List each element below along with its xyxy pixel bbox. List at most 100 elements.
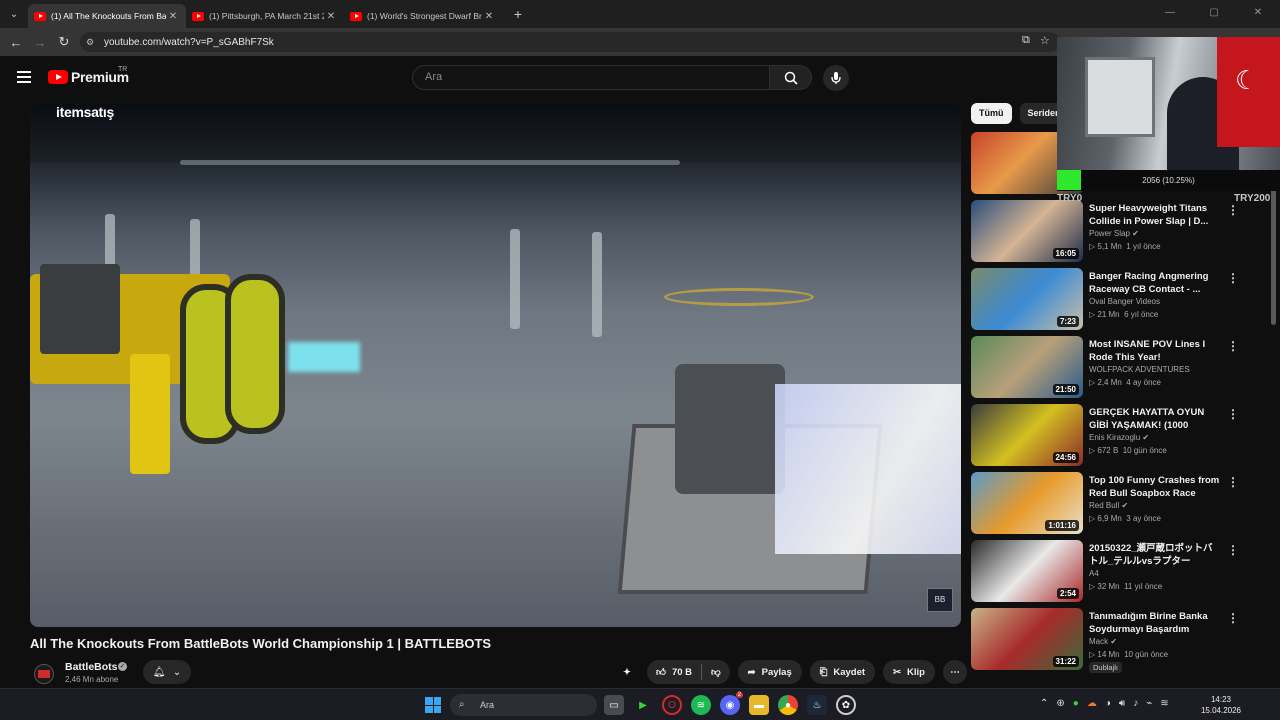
cloud-icon[interactable]: ☁: [1087, 698, 1097, 709]
more-vert-icon[interactable]: ⋮: [1227, 271, 1239, 285]
browser-tab-3[interactable]: (1) World's Strongest Dwarf Bru ✕: [344, 4, 502, 28]
video-thumbnail[interactable]: 21:50: [971, 336, 1083, 398]
floor-marking: [664, 288, 814, 306]
chrome-icon[interactable]: ●: [778, 695, 798, 715]
new-tab-button[interactable]: +: [506, 6, 530, 22]
reload-button[interactable]: ↻: [52, 34, 76, 50]
video-meta: ▷ 5,1 Mn 1 yıl önce: [1089, 242, 1161, 251]
discord-icon[interactable]: ◉ 2: [720, 692, 743, 715]
network-icon[interactable]: ⌁: [1146, 698, 1152, 709]
more-vert-icon[interactable]: ⋮: [1227, 407, 1239, 421]
microphone-icon[interactable]: ♪: [1133, 698, 1138, 709]
maximize-button[interactable]: ▢: [1192, 0, 1236, 28]
recommendation-item[interactable]: 21:50 Most INSANE POV Lines I Rode This …: [971, 336, 1271, 400]
file-explorer-icon[interactable]: ▬: [749, 695, 769, 715]
video-title[interactable]: Banger Racing Angmering Raceway CB Conta…: [1089, 270, 1221, 296]
media-player-icon[interactable]: ▶: [633, 695, 653, 715]
recommendation-item[interactable]: 24:56 GERÇEK HAYATTA OYUN GİBİ YAŞAMAK! …: [971, 404, 1271, 468]
video-thumbnail[interactable]: 1:01:16: [971, 472, 1083, 534]
taskbar: ⌕ Ara ▭ ▶ O ≋ ◉ 2 ▬ ● ♨ ✿ ⌃ ⊕ ● ☁ ◑ 🔊︎ ♪ …: [0, 688, 1280, 720]
task-view-icon[interactable]: ▭: [604, 695, 624, 715]
filter-chips: Tümü Seriden: [971, 103, 1069, 124]
close-icon[interactable]: ✕: [482, 11, 496, 22]
search-input[interactable]: Ara: [412, 65, 770, 90]
recommendation-item[interactable]: 2:54 20150322_瀬戸蔵ロボットバトル_テルルvsラプター A4 ▷ …: [971, 540, 1271, 604]
like-count: 70 B: [671, 666, 693, 678]
forward-button[interactable]: →: [28, 35, 52, 50]
subscription-bell-button[interactable]: 🔔︎ ⌄: [143, 660, 191, 684]
video-title[interactable]: Top 100 Funny Crashes from Red Bull Soap…: [1089, 474, 1221, 500]
channel-avatar[interactable]: [34, 664, 54, 684]
taskbar-search[interactable]: ⌕ Ara: [450, 694, 597, 716]
recommendation-item[interactable]: 31:22 Tanımadığım Birine Banka Soydurmay…: [971, 608, 1271, 680]
scissors-icon: ✂: [893, 666, 902, 678]
spotify-icon[interactable]: ≋: [691, 695, 711, 715]
tab-search-button[interactable]: ⌄: [0, 0, 28, 28]
chevron-up-icon[interactable]: ⌃: [1040, 698, 1048, 709]
tray-app-icon[interactable]: ◑: [1105, 698, 1111, 709]
close-icon[interactable]: ✕: [324, 11, 338, 22]
more-vert-icon[interactable]: ⋮: [1227, 203, 1239, 217]
browser-tab-1[interactable]: (1) All The Knockouts From BattleBots ✕: [28, 4, 186, 28]
more-vert-icon[interactable]: ⋮: [1227, 543, 1239, 557]
share-button[interactable]: ➦ Paylaş: [737, 660, 802, 684]
video-title[interactable]: 20150322_瀬戸蔵ロボットバトル_テルルvsラプター: [1089, 542, 1221, 568]
address-bar[interactable]: ⚙ youtube.com/watch?v=P_sGABhF7Sk: [80, 32, 1060, 52]
arena-post: [592, 232, 602, 337]
more-actions-button[interactable]: ⋯: [942, 660, 967, 684]
menu-icon[interactable]: [17, 71, 31, 83]
logo-region: TR: [118, 66, 128, 73]
tray-status-icon[interactable]: ●: [1073, 698, 1079, 709]
close-icon[interactable]: ✕: [166, 11, 180, 22]
youtube-favicon-icon: [350, 11, 362, 21]
video-title[interactable]: Tanımadığım Birine Banka Soydurmayı Başa…: [1089, 610, 1221, 636]
video-title[interactable]: GERÇEK HAYATTA OYUN GİBİ YAŞAMAK! (1000 …: [1089, 406, 1221, 433]
opera-icon[interactable]: O: [662, 695, 682, 715]
video-thumbnail[interactable]: 16:05: [971, 200, 1083, 262]
more-vert-icon[interactable]: ⋮: [1227, 339, 1239, 353]
recommendation-item[interactable]: 16:05 Super Heavyweight Titans Collide i…: [971, 200, 1271, 264]
channel-watermark[interactable]: BB: [927, 588, 953, 612]
windows-start-button[interactable]: [425, 697, 441, 713]
channel-name[interactable]: BattleBots: [65, 661, 118, 673]
more-vert-icon[interactable]: ⋮: [1227, 475, 1239, 489]
more-vert-icon[interactable]: ⋮: [1227, 611, 1239, 625]
video-title[interactable]: Super Heavyweight Titans Collide in Powe…: [1089, 202, 1221, 228]
video-thumbnail[interactable]: 24:56: [971, 404, 1083, 466]
browser-tab-2[interactable]: (1) Pittsburgh, PA March 21st 2025 ✕: [186, 4, 344, 28]
tray-app-icon[interactable]: ⊕: [1056, 698, 1064, 709]
taskbar-clock[interactable]: 14:23 15.04.2026: [1199, 694, 1243, 716]
search-button[interactable]: [770, 65, 812, 90]
ask-ai-button[interactable]: ✦: [615, 660, 639, 684]
taskbar-search-placeholder: Ara: [480, 700, 495, 710]
video-thumbnail[interactable]: 7:23: [971, 268, 1083, 330]
close-window-button[interactable]: ✕: [1236, 0, 1280, 28]
voice-search-button[interactable]: [823, 65, 849, 91]
recommendation-item[interactable]: 7:23 Banger Racing Angmering Raceway CB …: [971, 268, 1271, 332]
like-button[interactable]: 👍︎ 70 B: [647, 666, 701, 679]
youtube-logo[interactable]: Premium TR: [48, 66, 129, 85]
like-dislike-group: 👍︎ 70 B 👎︎: [647, 660, 730, 684]
site-info-icon[interactable]: ⚙: [86, 37, 94, 48]
video-thumbnail[interactable]: 31:22: [971, 608, 1083, 670]
window-controls: — ▢ ✕: [1148, 0, 1280, 28]
app-icon[interactable]: ✿: [836, 695, 856, 715]
dislike-button[interactable]: 👎︎: [702, 666, 730, 678]
more-icon: ⋯: [950, 666, 960, 678]
clip-button[interactable]: ✂ Klip: [883, 660, 935, 684]
video-player[interactable]: itemsatış BB: [30, 104, 961, 627]
wifi-icon[interactable]: ≋: [1160, 698, 1168, 709]
goal-start-label: TRY0: [1057, 193, 1083, 204]
volume-icon[interactable]: 🔊︎: [1119, 698, 1125, 709]
steam-icon[interactable]: ♨: [807, 695, 827, 715]
minimize-button[interactable]: —: [1148, 0, 1192, 28]
install-app-icon[interactable]: ⧉: [1022, 34, 1030, 47]
grey-robot: [617, 364, 961, 627]
chip-all[interactable]: Tümü: [971, 103, 1012, 124]
video-title[interactable]: Most INSANE POV Lines I Rode This Year!: [1089, 338, 1221, 364]
back-button[interactable]: ←: [4, 35, 28, 50]
recommendation-item[interactable]: 1:01:16 Top 100 Funny Crashes from Red B…: [971, 472, 1271, 536]
save-button[interactable]: ⎗ Kaydet: [809, 660, 876, 684]
bookmark-star-icon[interactable]: ☆: [1040, 34, 1050, 47]
video-thumbnail[interactable]: 2:54: [971, 540, 1083, 602]
